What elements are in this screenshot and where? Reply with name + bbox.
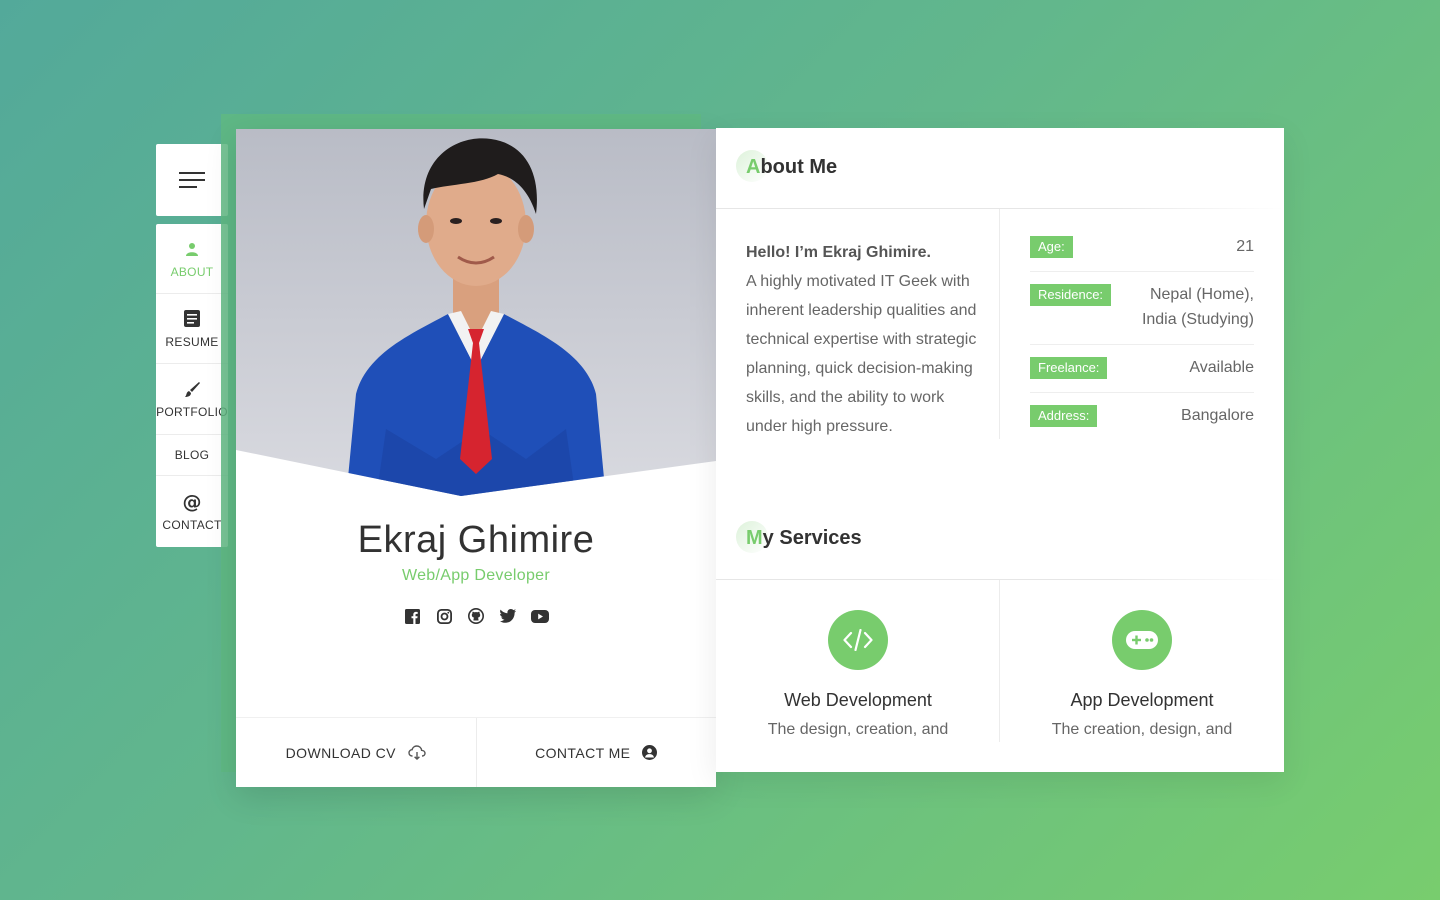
nav-item-label: ABOUT [170, 264, 214, 279]
services-title: My Services [736, 521, 862, 553]
info-key: Freelance: [1030, 357, 1108, 379]
info-row-residence: Residence: Nepal (Home), India (Studying… [1030, 284, 1254, 345]
profile-role: Web/App Developer [402, 567, 550, 584]
about-description: Hello! I’m Ekraj Ghimire. A highly motiv… [746, 238, 978, 441]
nav-item-label: CONTACT [162, 517, 222, 532]
info-row-age: Age: 21 [1030, 236, 1254, 272]
info-row-address: Address: Bangalore [1030, 405, 1254, 440]
brush-icon [184, 379, 201, 399]
divider [999, 209, 1000, 439]
card-actions: DOWNLOAD CV CONTACT ME [236, 717, 716, 787]
twitter-icon[interactable] [499, 607, 517, 625]
profile-card: Ekraj Ghimire Web/App Developer DOWNLOAD… [236, 129, 716, 787]
info-key: Residence: [1030, 284, 1112, 306]
nav-item-blog[interactable]: BLOG [156, 435, 228, 476]
user-circle-icon [642, 745, 658, 760]
service-title: App Development [1070, 690, 1214, 710]
nav-item-label: RESUME [165, 334, 219, 349]
nav-item-label: PORTFOLIO [156, 405, 228, 419]
info-list: Age: 21 Residence: Nepal (Home), India (… [1030, 236, 1254, 452]
about-body: A highly motivated IT Geek with inherent… [746, 273, 977, 435]
nav-item-resume[interactable]: RESUME [156, 294, 228, 364]
download-cv-button[interactable]: DOWNLOAD CV [236, 718, 477, 787]
divider [716, 579, 1284, 580]
nav-item-contact[interactable]: @ CONTACT [156, 476, 228, 547]
social-links [236, 607, 716, 625]
side-nav: ABOUT RESUME PORTFOLIO BLOG @ CONTACT [156, 224, 228, 547]
github-icon[interactable] [467, 607, 485, 625]
service-description: The creation, design, and [1051, 721, 1233, 738]
at-icon: @ [182, 490, 202, 513]
facebook-icon[interactable] [403, 607, 421, 625]
info-value: Bangalore [1181, 407, 1254, 424]
nav-item-label: BLOG [174, 448, 210, 462]
cloud-download-icon [408, 745, 426, 760]
code-icon [828, 610, 888, 670]
profile-name: Ekraj Ghimire [357, 519, 595, 561]
about-title: About Me [736, 150, 837, 182]
menu-toggle-button[interactable] [156, 144, 228, 216]
service-description: The design, creation, and [767, 721, 949, 738]
download-cv-label: DOWNLOAD CV [285, 744, 396, 761]
divider [716, 208, 1284, 209]
hamburger-icon [179, 172, 205, 188]
info-key: Address: [1030, 405, 1098, 427]
service-card-web: Web Development The design, creation, an… [716, 610, 1000, 739]
document-icon [184, 309, 200, 329]
nav-item-portfolio[interactable]: PORTFOLIO [156, 364, 228, 435]
nav-item-about[interactable]: ABOUT [156, 224, 228, 294]
service-title: Web Development [784, 690, 932, 710]
content-panel: About Me Hello! I’m Ekraj Ghimire. A hig… [716, 128, 1284, 772]
about-hello: Hello! I’m Ekraj Ghimire. [746, 244, 931, 261]
instagram-icon[interactable] [435, 607, 453, 625]
contact-me-button[interactable]: CONTACT ME [477, 718, 717, 787]
youtube-icon[interactable] [531, 607, 549, 625]
info-key: Age: [1030, 236, 1073, 258]
info-value: 21 [1236, 238, 1254, 255]
info-value: Nepal (Home), India (Studying) [1141, 286, 1254, 328]
person-icon [186, 239, 198, 259]
info-value: Available [1189, 359, 1254, 376]
gamepad-icon [1112, 610, 1172, 670]
contact-me-label: CONTACT ME [535, 744, 631, 761]
info-row-freelance: Freelance: Available [1030, 357, 1254, 393]
service-card-app: App Development The creation, design, an… [1000, 610, 1284, 739]
profile-photo [236, 129, 716, 496]
